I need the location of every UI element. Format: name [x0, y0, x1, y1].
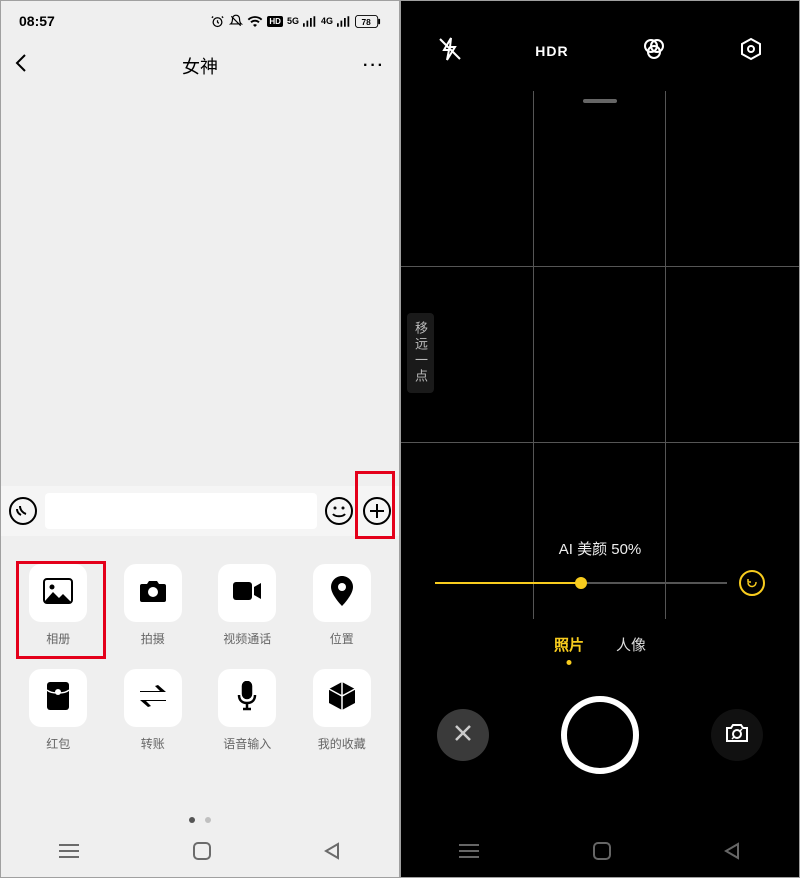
status-bar: 08:57 HD 5G 4G 78 — [1, 1, 399, 41]
page-dot-2 — [205, 817, 211, 823]
slider-track — [435, 582, 727, 584]
message-input[interactable] — [45, 493, 317, 529]
panel-item-label: 位置 — [330, 630, 354, 647]
transfer-icon — [138, 685, 168, 712]
filter-icon[interactable] — [641, 36, 667, 67]
svg-text:78: 78 — [362, 16, 372, 26]
net-4g-label: 4G — [321, 16, 333, 26]
battery-icon: 78 — [355, 15, 381, 28]
close-button[interactable] — [437, 709, 489, 761]
chat-input-bar — [1, 486, 399, 536]
signal-1-icon — [303, 16, 317, 27]
camera-viewfinder[interactable]: 移远一点 AI 美颜 50% — [401, 91, 799, 619]
panel-item-label: 转账 — [141, 735, 165, 752]
camera-icon — [138, 579, 168, 608]
camera-modes: 照片 人像 — [401, 619, 799, 669]
status-time: 08:57 — [19, 13, 55, 29]
slider-handle-icon[interactable] — [575, 577, 587, 589]
location-icon — [331, 576, 353, 611]
beauty-reset-icon[interactable] — [739, 570, 765, 596]
switch-camera-button[interactable] — [711, 709, 763, 761]
panel-item-label: 红包 — [46, 735, 70, 752]
chat-screen: 08:57 HD 5G 4G 78 女神 ··· — [0, 0, 400, 878]
chat-header: 女神 ··· — [1, 41, 399, 91]
status-icons: HD 5G 4G 78 — [210, 14, 381, 29]
alarm-icon — [210, 14, 225, 29]
panel-item-transfer[interactable]: 转账 — [106, 669, 201, 752]
panel-item-redpacket[interactable]: 红包 — [11, 669, 106, 752]
camera-top-bar: HDR — [401, 1, 799, 91]
mic-icon — [237, 681, 257, 716]
grid-line — [401, 442, 799, 443]
camera-screen: HDR 移远一点 AI 美颜 50% 照片 人像 — [400, 0, 800, 878]
slider-fill — [435, 582, 581, 584]
album-icon — [43, 578, 73, 609]
dnd-icon — [229, 14, 243, 28]
net-5g-label: 5G — [287, 16, 299, 26]
recent-apps-icon[interactable] — [58, 843, 80, 864]
cube-icon — [328, 681, 356, 716]
system-nav-bar — [1, 829, 399, 877]
panel-item-label: 拍摄 — [141, 630, 165, 647]
video-icon — [232, 581, 262, 606]
recent-apps-icon[interactable] — [458, 843, 480, 864]
nav-back-icon[interactable] — [724, 842, 742, 865]
voice-toggle-icon[interactable] — [7, 495, 39, 527]
wifi-icon — [247, 15, 263, 27]
panel-item-label: 相册 — [46, 630, 70, 647]
flash-icon[interactable] — [437, 36, 463, 67]
emoji-icon[interactable] — [323, 495, 355, 527]
panel-item-album[interactable]: 相册 — [11, 564, 106, 647]
system-nav-bar-dark — [401, 829, 799, 877]
attachment-panel: 相册 拍摄 视频通话 位置 红包 — [1, 536, 399, 856]
panel-item-label: 视频通话 — [223, 630, 271, 647]
panel-item-capture[interactable]: 拍摄 — [106, 564, 201, 647]
nav-back-icon[interactable] — [324, 842, 342, 865]
panel-item-voiceinput[interactable]: 语音输入 — [200, 669, 295, 752]
redpacket-icon — [46, 681, 70, 716]
panel-item-location[interactable]: 位置 — [295, 564, 390, 647]
settings-icon[interactable] — [739, 37, 763, 66]
home-icon[interactable] — [193, 842, 211, 865]
distance-tip: 移远一点 — [407, 313, 434, 393]
mode-photo[interactable]: 照片 — [554, 634, 584, 655]
close-icon — [453, 723, 473, 748]
hdr-icon[interactable]: HDR — [535, 43, 568, 59]
grid-line — [401, 266, 799, 267]
mode-portrait[interactable]: 人像 — [616, 634, 646, 655]
panel-item-videocall[interactable]: 视频通话 — [200, 564, 295, 647]
signal-2-icon — [337, 16, 351, 27]
home-icon[interactable] — [593, 842, 611, 865]
plus-icon[interactable] — [361, 495, 393, 527]
page-dot-1 — [189, 817, 195, 823]
shutter-button[interactable] — [561, 696, 639, 774]
panel-item-label: 语音输入 — [223, 735, 271, 752]
shutter-row — [401, 669, 799, 801]
drag-handle-icon[interactable] — [583, 99, 617, 103]
panel-item-label: 我的收藏 — [318, 735, 366, 752]
switch-camera-icon — [724, 722, 750, 749]
beauty-slider[interactable] — [435, 571, 765, 595]
hd-icon: HD — [267, 16, 283, 27]
chat-messages-area[interactable] — [1, 91, 399, 486]
beauty-label: AI 美颜 50% — [401, 538, 799, 559]
panel-item-favorite[interactable]: 我的收藏 — [295, 669, 390, 752]
page-indicator — [1, 817, 399, 823]
chat-title: 女神 — [1, 53, 399, 79]
